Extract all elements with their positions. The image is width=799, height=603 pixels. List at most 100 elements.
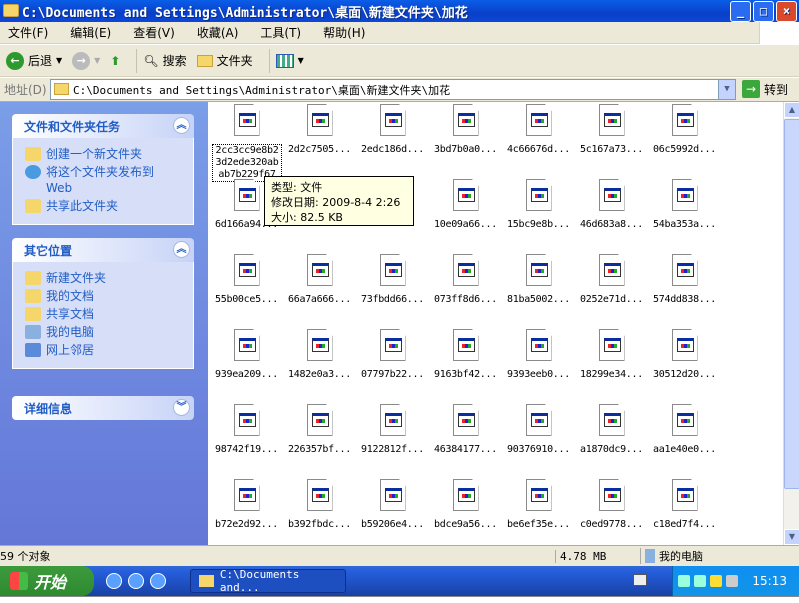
file-item[interactable]: c0ed9778... [575, 479, 648, 530]
volume-icon[interactable] [726, 575, 739, 587]
shield-icon[interactable] [150, 573, 166, 589]
file-item[interactable]: 9393eeb0... [502, 329, 575, 380]
file-item[interactable]: 9163bf42... [429, 329, 502, 380]
file-item[interactable]: 10e09a66... [429, 179, 502, 230]
start-button[interactable]: 开始 [0, 566, 94, 596]
scroll-thumb[interactable] [784, 119, 799, 489]
file-name: 66a7a666... [288, 294, 351, 305]
file-item[interactable]: 07797b22... [356, 329, 429, 380]
panel-title: 详细信息 [24, 401, 73, 416]
computer-icon [645, 549, 655, 563]
forward-button[interactable]: → ▼ [72, 51, 100, 70]
program-file-icon [379, 404, 406, 436]
file-item[interactable]: 2edc186d... [356, 104, 429, 155]
file-name: 55b00ce5... [215, 294, 278, 305]
file-name: c18ed7f4... [653, 519, 716, 530]
app-icon[interactable] [128, 573, 144, 589]
file-item[interactable]: 90376910... [502, 404, 575, 455]
panel-header[interactable]: 详细信息 ︾ [12, 396, 194, 420]
search-label: 搜索 [162, 54, 187, 68]
task-share-folder[interactable]: 共享此文件夹 [25, 198, 193, 214]
file-item[interactable]: 81ba5002... [502, 254, 575, 305]
program-file-icon [452, 479, 479, 511]
file-item[interactable]: 73fbdd66... [356, 254, 429, 305]
ie-icon[interactable] [106, 573, 122, 589]
file-item[interactable]: 939ea209... [210, 329, 283, 380]
start-label: 开始 [34, 573, 67, 592]
up-folder-button[interactable]: ⬆ [110, 54, 120, 68]
file-item[interactable]: bdce9a56... [429, 479, 502, 530]
minimize-button[interactable]: _ [730, 1, 751, 22]
place-my-documents[interactable]: 我的文档 [25, 288, 193, 304]
file-item[interactable]: b392fbdc... [283, 479, 356, 530]
place-shared-documents[interactable]: 共享文档 [25, 306, 193, 322]
vertical-scrollbar[interactable]: ▲ ▼ [783, 102, 799, 545]
network-icon[interactable] [694, 575, 707, 587]
file-item[interactable]: 55b00ce5... [210, 254, 283, 305]
file-item[interactable]: 2cc3cc9e8b23d2ede320abab7b229f67 [210, 104, 283, 182]
file-item[interactable]: 15bc9e8b... [502, 179, 575, 230]
file-item[interactable]: 18299e34... [575, 329, 648, 380]
menu-favorites[interactable]: 收藏(A) [197, 24, 239, 41]
panel-header[interactable]: 其它位置 ︽ [12, 238, 194, 262]
collapse-icon[interactable]: ︽ [173, 117, 190, 134]
file-item[interactable]: 226357bf... [283, 404, 356, 455]
keyboard-icon[interactable] [633, 574, 647, 586]
taskbar-window-explorer[interactable]: C:\Documents and... [190, 568, 346, 594]
task-label: 将这个文件夹发布到 Web [46, 165, 155, 195]
file-item[interactable]: b59206e4... [356, 479, 429, 530]
file-item[interactable]: c18ed7f4... [648, 479, 721, 530]
file-item[interactable]: 1482e0a3... [283, 329, 356, 380]
scroll-up-button[interactable]: ▲ [784, 102, 799, 118]
file-item[interactable]: 574dd838... [648, 254, 721, 305]
file-item[interactable]: 3bd7b0a0... [429, 104, 502, 155]
file-item[interactable]: 4c66676d... [502, 104, 575, 155]
file-item[interactable]: 66a7a666... [283, 254, 356, 305]
dropdown-arrow-icon[interactable]: ▼ [718, 80, 735, 99]
warning-icon[interactable] [710, 575, 723, 587]
place-my-computer[interactable]: 我的电脑 [25, 324, 193, 340]
expand-icon[interactable]: ︾ [173, 399, 190, 416]
back-button[interactable]: ← 后退 ▼ [6, 51, 62, 70]
program-file-icon [598, 179, 625, 211]
file-item[interactable]: 5c167a73... [575, 104, 648, 155]
file-item[interactable]: aa1e40e0... [648, 404, 721, 455]
maximize-button[interactable]: □ [753, 1, 774, 22]
task-new-folder[interactable]: 创建一个新文件夹 [25, 146, 193, 162]
file-item[interactable]: 54ba353a... [648, 179, 721, 230]
folders-button[interactable]: 文件夹 [196, 52, 253, 69]
file-item[interactable]: 0252e71d... [575, 254, 648, 305]
task-publish-web[interactable]: 将这个文件夹发布到 Web [25, 164, 193, 196]
views-button[interactable]: ▼ [275, 53, 304, 68]
menu-edit[interactable]: 编辑(E) [70, 24, 111, 41]
file-name: 2edc186d... [361, 144, 424, 155]
file-item[interactable]: 30512d20... [648, 329, 721, 380]
dropdown-arrow-icon[interactable]: ▼ [56, 56, 62, 65]
address-input[interactable]: C:\Documents and Settings\Administrator\… [50, 79, 736, 100]
dropdown-arrow-icon[interactable]: ▼ [94, 56, 100, 65]
file-item[interactable]: 2d2c7505... [283, 104, 356, 155]
search-button[interactable]: 🔍︎ 搜索 [143, 52, 186, 69]
file-item[interactable]: 98742f19... [210, 404, 283, 455]
place-new-folder[interactable]: 新建文件夹 [25, 270, 193, 286]
file-item[interactable]: 06c5992d... [648, 104, 721, 155]
menu-view[interactable]: 查看(V) [133, 24, 175, 41]
menu-help[interactable]: 帮助(H) [323, 24, 365, 41]
collapse-icon[interactable]: ︽ [173, 241, 190, 258]
umbrella-icon[interactable] [678, 575, 691, 587]
file-item[interactable]: b72e2d92... [210, 479, 283, 530]
file-item[interactable]: 9122812f... [356, 404, 429, 455]
file-item[interactable]: 073ff8d6... [429, 254, 502, 305]
close-button[interactable]: × [776, 1, 797, 22]
menu-tools[interactable]: 工具(T) [260, 24, 301, 41]
place-network[interactable]: 网上邻居 [25, 342, 193, 358]
file-list: 2cc3cc9e8b23d2ede320abab7b229f67 2d2c7505… [208, 102, 783, 545]
file-item[interactable]: be6ef35e... [502, 479, 575, 530]
menu-file[interactable]: 文件(F) [8, 24, 48, 41]
go-button[interactable]: → 转到 [742, 80, 788, 98]
panel-header[interactable]: 文件和文件夹任务 ︽ [12, 114, 194, 138]
file-item[interactable]: a1870dc9... [575, 404, 648, 455]
file-item[interactable]: 46384177... [429, 404, 502, 455]
file-item[interactable]: 46d683a8... [575, 179, 648, 230]
scroll-down-button[interactable]: ▼ [784, 529, 799, 545]
